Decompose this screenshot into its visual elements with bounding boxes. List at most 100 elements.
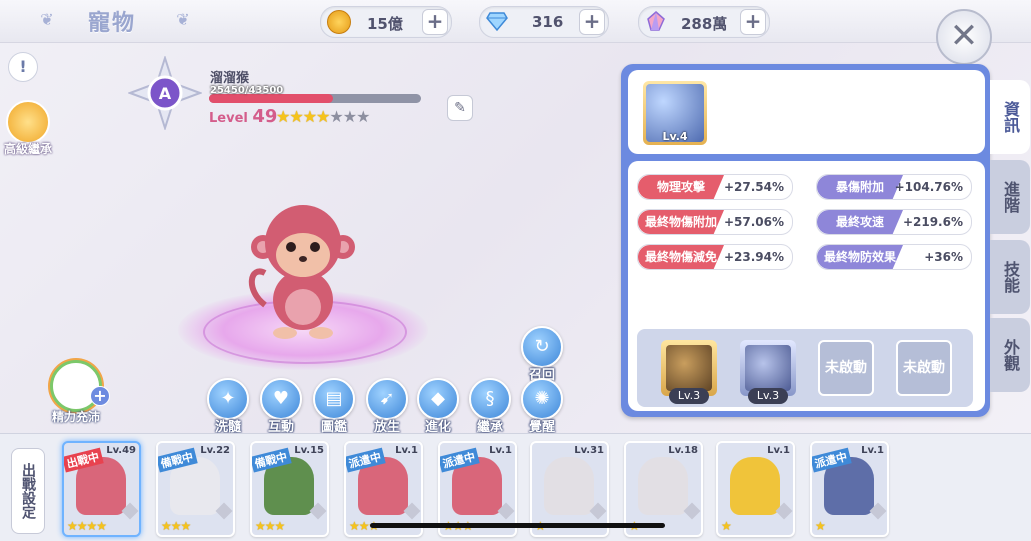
- pet-stars: ★★★: [161, 519, 191, 533]
- pet-card[interactable]: Lv.49 出戰中 ★★★★: [62, 441, 141, 537]
- skill-level: Lv.3: [748, 388, 788, 404]
- rank-letter: A: [159, 84, 172, 103]
- crystal-evolve-icon: ◆: [417, 378, 459, 420]
- star-icon: ★: [302, 107, 317, 126]
- stat-row: 暴傷附加 +104.76%: [816, 174, 972, 200]
- add-diamond-button[interactable]: +: [579, 9, 605, 35]
- recall-button[interactable]: ↻ 召回: [520, 326, 564, 383]
- fish-icon: ➹: [366, 378, 408, 420]
- pet-portrait: [730, 457, 780, 515]
- add-energy-icon[interactable]: +: [90, 386, 110, 406]
- energy-status[interactable]: + 精力充沛: [40, 360, 112, 425]
- crystal-icon: [647, 11, 665, 31]
- currency-diamond: 316 +: [479, 6, 609, 38]
- pet-level: Lv.22: [200, 445, 230, 456]
- rank-badge: A: [128, 56, 202, 130]
- exclamation-icon: !: [19, 57, 27, 76]
- level-number: 49: [252, 106, 278, 127]
- star-icon: ★: [342, 107, 357, 126]
- pet-portrait: [638, 457, 688, 515]
- stat-row: 最終攻速 +219.6%: [816, 209, 972, 235]
- diamond-value: 316: [532, 13, 564, 31]
- action-wash-button[interactable]: ✦ 洗髓: [206, 378, 250, 435]
- wing-left-icon: ❦: [40, 10, 54, 29]
- dna-gold-icon: [6, 100, 50, 144]
- pet-level: Lv.18: [668, 445, 698, 456]
- stat-row: 物理攻擊 +27.54%: [637, 174, 793, 200]
- add-crystal-button[interactable]: +: [740, 9, 766, 35]
- star-icon: ★: [289, 107, 303, 126]
- info-button[interactable]: !: [8, 52, 38, 82]
- pet-stars: ★★★★: [67, 519, 107, 533]
- tent-up-icon: [666, 345, 712, 391]
- pet-level: Lv.1: [395, 445, 418, 456]
- skill-slot-3[interactable]: 未啟動: [818, 340, 874, 396]
- pencil-icon: ✎: [454, 100, 466, 116]
- pet-stars: ★: [815, 519, 826, 533]
- advanced-inherit-label: 高級繼承: [3, 142, 52, 156]
- stat-row: 最終物傷附加 +57.06%: [637, 209, 793, 235]
- pet-level: Level 49: [209, 106, 277, 127]
- gold-coin-icon: [327, 10, 351, 34]
- close-icon: ✕: [949, 16, 979, 56]
- stat-name: 最終物傷附加: [638, 210, 724, 234]
- pet-portrait: [544, 457, 594, 515]
- action-codex-button[interactable]: ▤ 圖鑑: [312, 378, 356, 435]
- stat-name: 最終物傷減免: [638, 245, 724, 269]
- skill-level: Lv.3: [669, 388, 709, 404]
- awaken-icon: ✺: [521, 378, 563, 420]
- stat-value: +27.54%: [723, 180, 784, 194]
- stat-row: 最終物防效果 +36%: [816, 244, 972, 270]
- skill-slot-1[interactable]: Lv.3: [661, 340, 717, 404]
- stat-name: 物理攻擊: [638, 175, 724, 199]
- pet-card[interactable]: Lv.22 備戰中 ★★★: [156, 441, 235, 537]
- star-icon: ★: [356, 107, 370, 126]
- pet-level: Lv.15: [294, 445, 324, 456]
- dna-icon: §: [469, 378, 511, 420]
- wash-icon: ✦: [207, 378, 249, 420]
- deploy-settings-button[interactable]: 出戰設定: [11, 448, 45, 534]
- add-gold-button[interactable]: +: [422, 9, 448, 35]
- skill-slot-4[interactable]: 未啟動: [896, 340, 952, 396]
- skill-slot-2[interactable]: Lv.3: [740, 340, 796, 404]
- pet-monkey-image[interactable]: [245, 195, 355, 340]
- pet-stars: ★★★: [255, 519, 285, 533]
- action-release-button[interactable]: ➹ 放生: [365, 378, 409, 435]
- pet-card[interactable]: Lv.1 派遣中 ★: [810, 441, 889, 537]
- heart-icon: ♥: [260, 378, 302, 420]
- pet-stars: ★★★★★★★: [276, 107, 370, 126]
- currency-crystal: 288萬 +: [638, 6, 770, 38]
- star-icon: ★: [276, 107, 290, 126]
- pet-level: Lv.1: [767, 445, 790, 456]
- pet-name: 溜溜猴: [210, 71, 250, 86]
- main-skill-icon[interactable]: Lv.4: [643, 81, 707, 145]
- home-indicator[interactable]: [370, 523, 665, 528]
- action-interact-button[interactable]: ♥ 互動: [259, 378, 303, 435]
- tab-info[interactable]: 資訊: [990, 80, 1030, 154]
- action-evolve-button[interactable]: ◆ 進化: [416, 378, 460, 435]
- crystal-value: 288萬: [681, 15, 728, 33]
- pet-level: Lv.31: [574, 445, 604, 456]
- action-inherit-button[interactable]: § 繼承: [468, 378, 512, 435]
- gold-value: 15億: [367, 15, 403, 33]
- rename-button[interactable]: ✎: [447, 95, 473, 121]
- stat-name: 最終物防效果: [817, 245, 903, 269]
- advanced-inherit-button[interactable]: 高級繼承: [0, 100, 56, 157]
- energy-label: 精力充沛: [51, 410, 100, 424]
- tab-skills[interactable]: 技能: [990, 240, 1030, 314]
- star-icon: ★: [316, 107, 330, 126]
- tab-appearance[interactable]: 外觀: [990, 318, 1030, 392]
- pet-level: Lv.1: [489, 445, 512, 456]
- action-awaken-button[interactable]: ✺ 覺醒: [520, 378, 564, 435]
- recall-icon: ↻: [521, 326, 563, 368]
- level-label: Level: [209, 111, 248, 126]
- stat-value: +219.6%: [902, 215, 963, 229]
- tab-advanced[interactable]: 進階: [990, 160, 1030, 234]
- stat-name: 最終攻速: [817, 210, 903, 234]
- star-icon: ★: [329, 107, 343, 126]
- wing-right-icon: ❦: [176, 10, 190, 29]
- pet-card[interactable]: Lv.1 ★: [716, 441, 795, 537]
- pet-card[interactable]: Lv.15 備戰中 ★★★: [250, 441, 329, 537]
- stat-row: 最終物傷減免 +23.94%: [637, 244, 793, 270]
- close-button[interactable]: ✕: [936, 9, 992, 65]
